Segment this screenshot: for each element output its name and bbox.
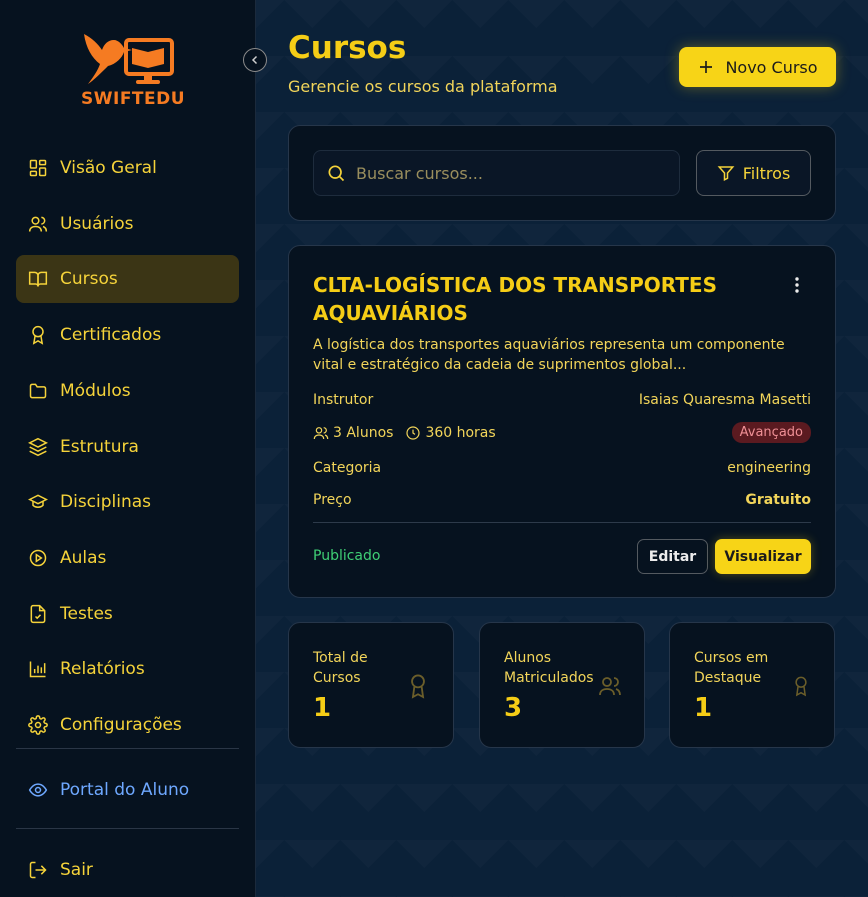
sidebar-item-label: Disciplinas: [60, 492, 152, 512]
stat-label: Cursos em Destaque: [694, 650, 769, 686]
book-icon: [28, 271, 48, 287]
graduation-cap-icon: [28, 494, 48, 508]
filter-icon: [717, 166, 735, 181]
sidebar-item-cursos[interactable]: Cursos: [16, 255, 239, 303]
stat-value: 1: [694, 693, 713, 723]
gear-icon: [28, 715, 48, 735]
sidebar-item-estrutura[interactable]: Estrutura: [16, 423, 239, 471]
search-icon: [328, 165, 345, 182]
instructor-label: Instrutor: [313, 392, 374, 408]
search-panel: Filtros: [288, 125, 836, 221]
card-divider: [313, 522, 811, 523]
course-title: CLTA-LOGÍSTICA DOS TRANSPORTES AQUAVIÁRI…: [313, 273, 717, 325]
main-content: Cursos Gerencie os cursos da plataforma …: [256, 0, 868, 897]
course-hours: 360 horas: [425, 424, 496, 441]
view-button[interactable]: Visualizar: [715, 539, 811, 574]
students-count: 3 Alunos: [333, 424, 394, 441]
sidebar-item-label: Cursos: [60, 269, 118, 289]
plus-icon: [700, 61, 713, 73]
instructor-row: Instrutor Isaias Quaresma Masetti: [313, 392, 811, 408]
price-label: Preço: [313, 492, 352, 508]
award-icon: [795, 676, 807, 697]
sidebar-divider: [16, 828, 239, 829]
award-icon: [32, 325, 44, 345]
sidebar-item-aulas[interactable]: Aulas: [16, 534, 239, 582]
category-value: engineering: [727, 460, 811, 476]
clock-icon: [406, 425, 421, 440]
level-badge: Avançado: [731, 422, 811, 443]
sidebar-item-usuarios[interactable]: Usuários: [16, 200, 239, 248]
sidebar-divider: [16, 748, 239, 749]
sidebar-item-label: Relatórios: [60, 659, 145, 679]
play-circle-icon: [29, 549, 47, 567]
award-icon: [411, 674, 425, 699]
price-value: Gratuito: [745, 492, 811, 508]
users-icon: [28, 216, 48, 232]
meta-row: 3 Alunos 360 horas Avançado: [313, 422, 811, 443]
sidebar-item-testes[interactable]: Testes: [16, 590, 239, 638]
category-row: Categoria engineering: [313, 460, 811, 476]
sidebar-item-label: Estrutura: [60, 437, 139, 457]
sidebar-item-label: Configurações: [60, 715, 182, 735]
sidebar: SWIFTEDU Visão Geral Usuários Cursos Cer…: [0, 0, 267, 897]
grid-icon: [29, 159, 47, 177]
stat-card-enrolled-students: Alunos Matriculados 3: [479, 622, 645, 748]
sidebar-item-label: Módulos: [60, 381, 131, 401]
edit-button[interactable]: Editar: [637, 539, 708, 574]
sidebar-item-label: Testes: [60, 604, 113, 624]
new-course-label: Novo Curso: [725, 57, 818, 77]
more-vertical-icon: [795, 277, 799, 293]
sidebar-item-label: Sair: [60, 860, 93, 880]
logout-icon: [29, 861, 47, 879]
sidebar-item-label: Visão Geral: [60, 158, 157, 178]
page-subtitle: Gerencie os cursos da plataforma: [288, 77, 558, 96]
more-options-button[interactable]: [787, 274, 807, 296]
course-card: CLTA-LOGÍSTICA DOS TRANSPORTES AQUAVIÁRI…: [288, 245, 836, 598]
stat-label: Total de Cursos: [313, 650, 368, 686]
new-course-button[interactable]: Novo Curso: [679, 47, 836, 87]
price-row: Preço Gratuito: [313, 492, 811, 508]
category-label: Categoria: [313, 460, 382, 476]
sidebar-item-disciplinas[interactable]: Disciplinas: [16, 478, 239, 526]
stat-card-total-courses: Total de Cursos 1: [288, 622, 454, 748]
file-check-icon: [30, 604, 46, 624]
users-icon: [599, 677, 621, 696]
course-description: A logística dos transportes aquaviários …: [313, 337, 785, 373]
layers-icon: [28, 437, 48, 457]
bar-chart-icon: [29, 661, 46, 678]
sidebar-item-label: Usuários: [60, 214, 134, 234]
search-input[interactable]: [356, 163, 656, 183]
page-title: Cursos: [288, 30, 407, 66]
eye-icon: [28, 783, 48, 797]
instructor-name: Isaias Quaresma Masetti: [638, 392, 811, 408]
sidebar-item-portal-do-aluno[interactable]: Portal do Aluno: [16, 766, 239, 814]
stat-value: 1: [313, 693, 332, 723]
status-label: Publicado: [313, 548, 381, 564]
sidebar-item-label: Certificados: [60, 325, 162, 345]
sidebar-item-visao-geral[interactable]: Visão Geral: [16, 144, 239, 192]
users-icon: [313, 426, 329, 439]
sidebar-item-configuracoes[interactable]: Configurações: [16, 701, 239, 749]
search-box[interactable]: [313, 150, 680, 196]
brand-name: SWIFTEDU: [81, 89, 186, 109]
collapse-sidebar-button[interactable]: [243, 48, 267, 72]
stat-label: Alunos Matriculados: [504, 650, 594, 686]
sidebar-item-modulos[interactable]: Módulos: [16, 367, 239, 415]
sidebar-item-label: Portal do Aluno: [60, 780, 190, 800]
filters-label: Filtros: [742, 163, 791, 183]
stat-value: 3: [504, 693, 523, 723]
sidebar-item-relatorios[interactable]: Relatórios: [16, 645, 239, 693]
stat-card-featured-courses: Cursos em Destaque 1: [669, 622, 835, 748]
folder-icon: [29, 383, 47, 399]
filters-button[interactable]: Filtros: [696, 150, 811, 196]
sidebar-item-certificados[interactable]: Certificados: [16, 311, 239, 359]
sidebar-item-label: Aulas: [60, 548, 107, 568]
logout-button[interactable]: Sair: [16, 846, 239, 894]
chevron-left-icon: [251, 55, 258, 65]
